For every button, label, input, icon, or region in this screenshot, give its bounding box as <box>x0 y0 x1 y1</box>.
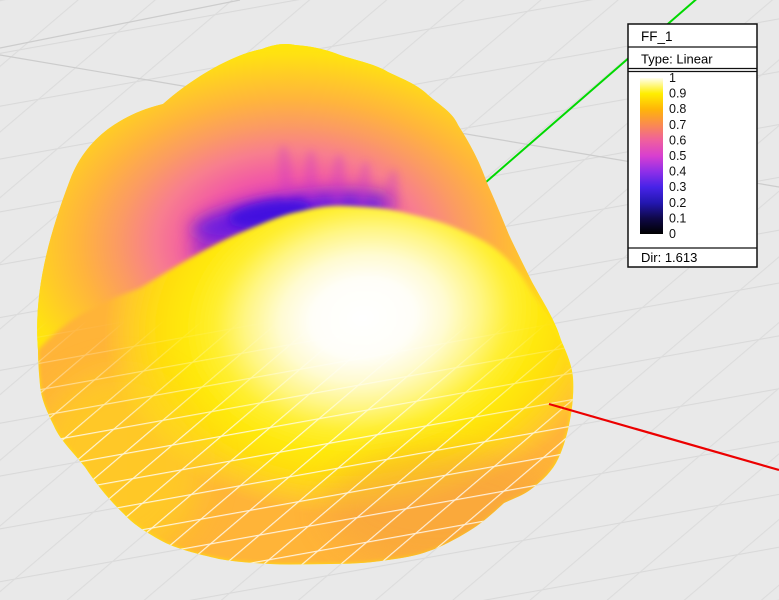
colorbar-tick-label: 0 <box>669 227 676 241</box>
colorbar-gradient <box>640 78 663 234</box>
colorbar-tick-label: 0.3 <box>669 180 686 194</box>
colorbar-tick-label: 0.6 <box>669 133 686 147</box>
legend-title: FF_1 <box>641 29 673 44</box>
farfield-plot-canvas[interactable]: FF_1 Type: Linear 1 0.9 0.8 0.7 0.6 0.5 … <box>0 0 779 600</box>
3d-viewport[interactable]: FF_1 Type: Linear 1 0.9 0.8 0.7 0.6 0.5 … <box>0 0 779 600</box>
colorbar-tick-label: 0.8 <box>669 102 686 116</box>
colorbar-tick-label: 0.2 <box>669 196 686 210</box>
colorbar-tick-label: 0.5 <box>669 149 686 163</box>
colorbar-tick-labels: 1 0.9 0.8 0.7 0.6 0.5 0.4 0.3 0.2 0.1 0 <box>669 71 686 241</box>
legend-type-label: Type: Linear <box>641 52 713 67</box>
colorbar-tick-label: 0.9 <box>669 87 686 101</box>
legend-panel: FF_1 Type: Linear 1 0.9 0.8 0.7 0.6 0.5 … <box>628 24 757 267</box>
colorbar-tick-label: 0.1 <box>669 211 686 225</box>
colorbar-tick-label: 1 <box>669 71 676 85</box>
colorbar-tick-label: 0.4 <box>669 165 686 179</box>
colorbar-tick-label: 0.7 <box>669 118 686 132</box>
legend-dir-label: Dir: 1.613 <box>641 250 697 265</box>
